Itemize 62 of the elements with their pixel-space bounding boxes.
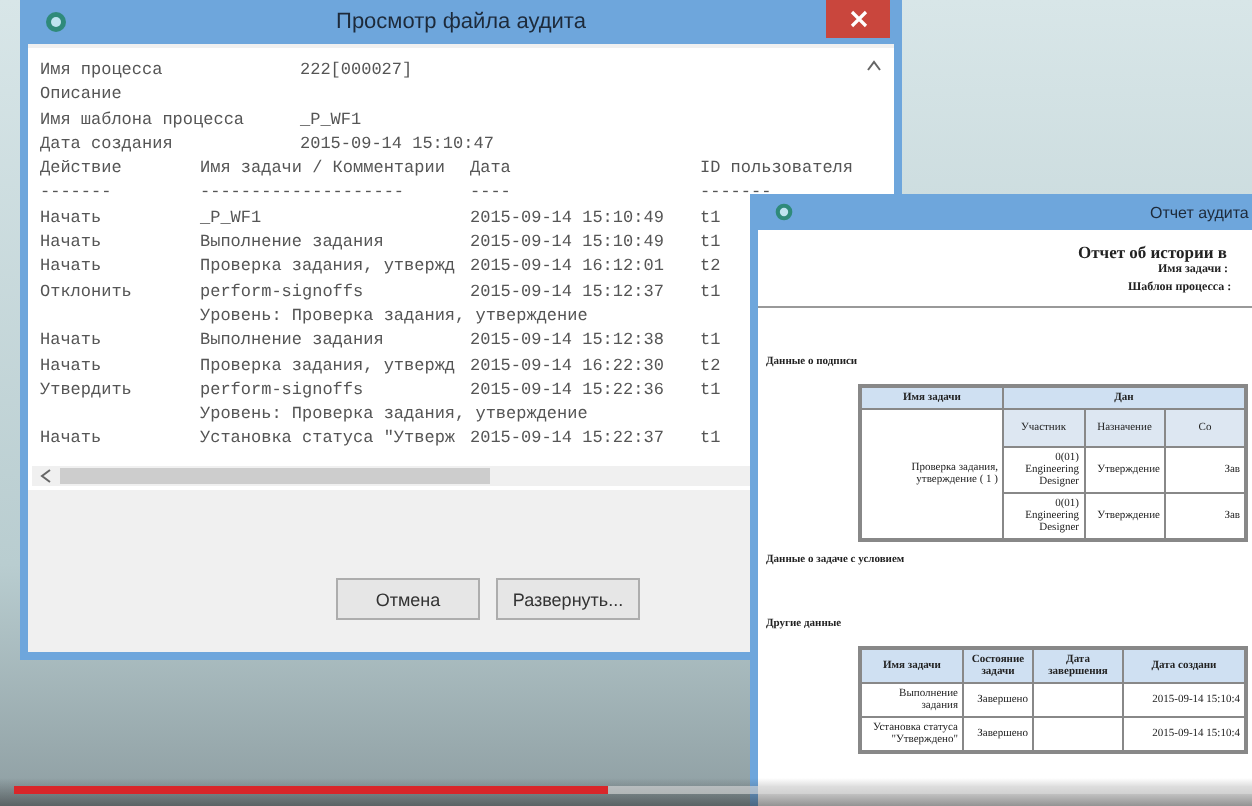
action-cell-text: Начать	[40, 207, 102, 232]
task-cell-text: perform-signoffs	[200, 379, 364, 404]
field-label: Имя шаблона процесса	[40, 109, 245, 134]
date-cell-text: 2015-09-14 15:10:49	[470, 207, 664, 232]
field-label: Имя процесса	[40, 60, 163, 84]
video-progress-bar[interactable]	[14, 786, 1252, 794]
action-cell-text: Начать	[40, 428, 102, 453]
separator-dashes: --------------------	[200, 182, 405, 207]
field-value: 222[000027]	[300, 60, 413, 84]
user-cell: t1	[700, 281, 721, 306]
window-title: Просмотр файла аудита	[334, 10, 588, 34]
action-cell-text: Начать	[40, 330, 102, 355]
column-header: Дата	[470, 158, 511, 183]
task-cell-text: Выполнение задания	[200, 330, 384, 355]
action-cell: Начать	[40, 232, 102, 257]
date-cell: 2015-09-14 15:10:49	[470, 232, 664, 257]
action-cell: Начать	[40, 355, 102, 380]
action-cell: Отклонить	[40, 281, 132, 306]
action-cell-text: Утвердить	[40, 379, 132, 404]
user-cell-text: t1	[700, 379, 721, 404]
task-cell-text: _P_WF1	[200, 207, 262, 232]
field-value: 2015-09-14 15:10:47	[300, 133, 494, 158]
app-icon	[774, 202, 794, 222]
task-cell: Проверка задания, утвержд	[200, 355, 456, 380]
column-header: Действие	[40, 158, 122, 183]
column-header: Имя задачи / Комментарии	[200, 158, 445, 183]
app-icon	[44, 10, 68, 34]
task-cell-text: Установка статуса "Утверж	[200, 428, 456, 453]
scroll-up-icon[interactable]	[866, 60, 882, 72]
scrollbar-thumb[interactable]	[60, 468, 490, 484]
close-button[interactable]	[826, 0, 890, 38]
date-cell: 2015-09-14 15:12:37	[470, 281, 664, 306]
date-cell-text: 2015-09-14 15:22:36	[470, 379, 664, 404]
user-cell-text: t1	[700, 207, 721, 232]
window-title: Отчет аудита	[1150, 203, 1249, 221]
close-icon	[849, 10, 867, 28]
dialog-button[interactable]: Развернуть...	[496, 578, 640, 620]
date-cell: 2015-09-14 16:22:30	[470, 355, 664, 380]
user-cell-text: t1	[700, 428, 721, 453]
column-header: ID пользователя	[700, 158, 854, 183]
date-cell-text: 2015-09-14 16:12:01	[470, 256, 664, 281]
level-comment: Уровень: Проверка задания, утверждение	[200, 404, 588, 429]
separator-dashes: ----	[470, 182, 511, 207]
dialog-button[interactable]: Отмена	[336, 578, 480, 620]
level-comment: Уровень: Проверка задания, утверждение	[200, 305, 588, 330]
date-cell-text: 2015-09-14 15:12:38	[470, 330, 664, 355]
field-value: _P_WF1	[300, 109, 362, 134]
task-cell: Выполнение задания	[200, 232, 384, 257]
report-heading: Отчет об истории в	[1076, 240, 1229, 262]
user-cell: t1	[700, 232, 721, 257]
user-cell-text: t1	[700, 330, 721, 355]
field-label: Дата создания	[40, 133, 173, 158]
task-cell: perform-signoffs	[200, 281, 364, 306]
user-cell: t2	[700, 355, 721, 380]
task-cell-text: Проверка задания, утвержд	[200, 256, 456, 281]
user-cell-text: t2	[700, 256, 721, 281]
date-cell-text: 2015-09-14 15:22:37	[470, 428, 664, 453]
separator-dashes: -------	[40, 182, 112, 207]
action-cell-text: Начать	[40, 256, 102, 281]
field-label: Описание	[40, 84, 122, 109]
scroll-left-icon[interactable]	[40, 468, 52, 484]
separator-dashes: -------	[700, 182, 772, 207]
